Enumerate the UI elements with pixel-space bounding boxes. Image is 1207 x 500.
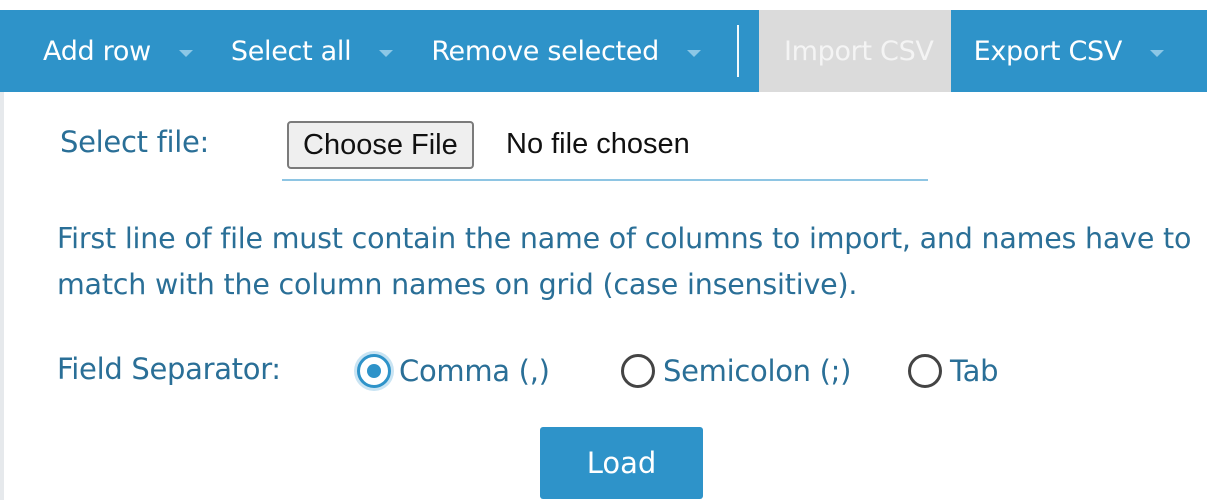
field-separator-label: Field Separator:: [57, 352, 281, 386]
chevron-down-icon: [379, 49, 394, 57]
toolbar-divider: [736, 25, 739, 77]
remove-selected-menu[interactable]: Remove selected: [393, 10, 701, 92]
load-button[interactable]: Load: [540, 427, 703, 499]
import-csv-panel: Add row Select all Remove selected Impor…: [0, 0, 1207, 500]
separator-tab-label: Tab: [950, 354, 999, 388]
export-csv-label: Export CSV: [973, 35, 1123, 67]
import-csv-label: Import CSV: [783, 35, 934, 67]
select-all-menu[interactable]: Select all: [193, 10, 394, 92]
radio-unchecked-icon: [908, 354, 942, 388]
import-hint-text: First line of file must contain the name…: [57, 222, 1192, 301]
separator-radio-tab[interactable]: Tab: [908, 354, 999, 388]
top-margin: [0, 0, 1207, 10]
chevron-down-icon: [178, 49, 193, 57]
add-row-label: Add row: [43, 35, 151, 67]
remove-selected-label: Remove selected: [431, 35, 659, 67]
separator-radio-semicolon[interactable]: Semicolon (;): [621, 354, 851, 388]
import-csv-tab[interactable]: Import CSV: [758, 10, 951, 92]
select-all-label: Select all: [230, 35, 352, 67]
separator-radio-comma[interactable]: Comma (,): [357, 354, 550, 388]
separator-semicolon-label: Semicolon (;): [663, 354, 852, 388]
add-row-menu[interactable]: Add row: [0, 10, 193, 92]
select-file-label: Select file:: [60, 125, 210, 159]
file-status-text: No file chosen: [506, 128, 690, 160]
radio-unchecked-icon: [621, 354, 655, 388]
chevron-down-icon: [686, 49, 701, 57]
panel-left-border: [0, 92, 4, 500]
choose-file-button[interactable]: Choose File: [287, 121, 474, 169]
chevron-down-icon: [1150, 49, 1165, 57]
file-input[interactable]: Choose File No file chosen: [282, 116, 928, 181]
grid-toolbar: Add row Select all Remove selected Impor…: [0, 10, 1207, 92]
separator-comma-label: Comma (,): [399, 354, 550, 388]
export-csv-menu[interactable]: Export CSV: [951, 10, 1165, 92]
radio-checked-icon: [357, 354, 391, 388]
